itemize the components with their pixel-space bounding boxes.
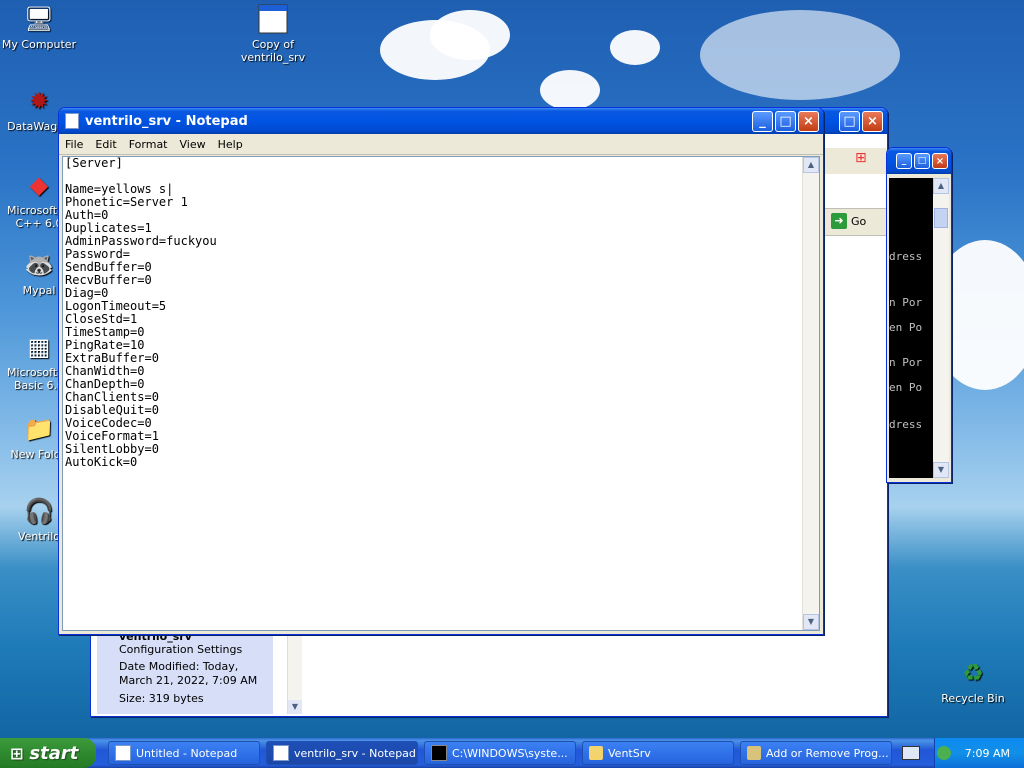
menu-file[interactable]: File [59,138,89,151]
windows-logo-icon: ⊞ [10,743,24,763]
desktop-icon-recycle-bin[interactable]: ♻ Recycle Bin [934,656,1012,705]
explorer-maximize-button[interactable]: □ [839,110,860,132]
task-untitled-notepad[interactable]: Untitled - Notepad [108,741,260,765]
explorer-close-button[interactable]: × [862,110,883,132]
add-remove-programs-icon [747,746,761,760]
cmd-scroll-up-icon[interactable]: ▲ [933,178,949,194]
notepad-app-icon [65,113,79,129]
folder-icon [589,746,603,760]
datawagon-icon: ✹ [28,87,50,115]
scroll-down-arrow-icon[interactable]: ▼ [288,700,302,714]
taskbar: ⊞ start Untitled - Notepad ventrilo_srv … [0,738,1024,768]
go-button[interactable]: ➜ Go [831,213,866,229]
cmd-window[interactable]: _ □ × dress n Por en Po n Por en Po dres… [886,147,952,483]
cmd-scroll-thumb[interactable] [934,208,948,228]
menu-format[interactable]: Format [123,138,174,151]
cmd-titlebar[interactable]: _ □ × [887,148,951,174]
go-arrow-icon: ➜ [831,213,847,229]
window-file-icon [256,2,290,36]
notepad-titlebar[interactable]: ventrilo_srv - Notepad _ □ × [59,108,823,134]
system-tray: 7:09 AM [934,738,1024,768]
desktop-icon-copy-of-ventrilo-srv[interactable]: Copy of ventrilo_srv [234,2,312,64]
cmd-maximize-button[interactable]: □ [914,153,930,169]
notepad-scroll-down-icon[interactable]: ▼ [803,614,819,630]
notepad-title: ventrilo_srv - Notepad [85,113,248,129]
task-ventsrv-folder[interactable]: VentSrv [582,741,734,765]
start-button[interactable]: ⊞ start [0,738,96,768]
clock[interactable]: 7:09 AM [965,747,1010,760]
cmd-minimize-button[interactable]: _ [896,153,912,169]
folder-icon: 📁 [24,415,54,443]
network-tray-icon[interactable] [936,746,951,760]
ventrilo-icon: 🎧 [24,497,54,525]
keyboard-icon[interactable] [902,746,920,760]
menu-help[interactable]: Help [212,138,249,151]
cmd-scroll-down-icon[interactable]: ▼ [933,462,949,478]
desktop-icon-my-computer[interactable]: 🖥 My Computer [0,2,78,51]
menu-edit[interactable]: Edit [89,138,122,151]
notepad-icon [273,745,289,761]
details-size: Size: 319 bytes [119,692,204,705]
notepad-maximize-button[interactable]: □ [775,110,796,132]
task-cmd-window[interactable]: C:\WINDOWS\syste... [424,741,576,765]
details-date-modified: Date Modified: Today, March 21, 2022, 7:… [119,660,258,687]
notepad-text-content: [Server] Name=yellows s| Phonetic=Server… [65,156,217,469]
notepad-vertical-scrollbar[interactable]: ▲ ▼ [802,157,819,630]
cmd-console[interactable]: dress n Por en Po n Por en Po dress [889,178,933,478]
mypal-raccoon-icon: 🦝 [24,251,54,279]
cmd-icon [431,745,447,761]
cmd-scrollbar[interactable]: ▲ ▼ [933,178,949,478]
task-add-remove-programs[interactable]: Add or Remove Prog... [740,741,892,765]
menu-view[interactable]: View [174,138,212,151]
notepad-window[interactable]: ventrilo_srv - Notepad _ □ × File Edit F… [58,107,824,635]
details-file-type: Configuration Settings [119,643,243,656]
notepad-icon [115,745,131,761]
notepad-text-area[interactable]: [Server] Name=yellows s| Phonetic=Server… [62,156,820,631]
notepad-menubar: File Edit Format View Help [59,134,823,155]
notepad-scroll-up-icon[interactable]: ▲ [803,157,819,173]
computer-icon: 🖥 [23,5,55,33]
task-ventrilo-srv-notepad[interactable]: ventrilo_srv - Notepad [266,741,418,765]
recycle-bin-icon: ♻ [962,659,984,687]
explorer-address-bar: ➜ Go [821,208,887,236]
explorer-toolbar: ⊞ [821,148,887,174]
notepad-close-button[interactable]: × [798,110,819,132]
notepad-minimize-button[interactable]: _ [752,110,773,132]
windows-flag-icon: ⊞ [855,150,867,166]
visual-basic-icon: ▦ [27,333,51,361]
cmd-close-button[interactable]: × [932,153,948,169]
visual-cpp-icon: ◆ [29,171,49,199]
